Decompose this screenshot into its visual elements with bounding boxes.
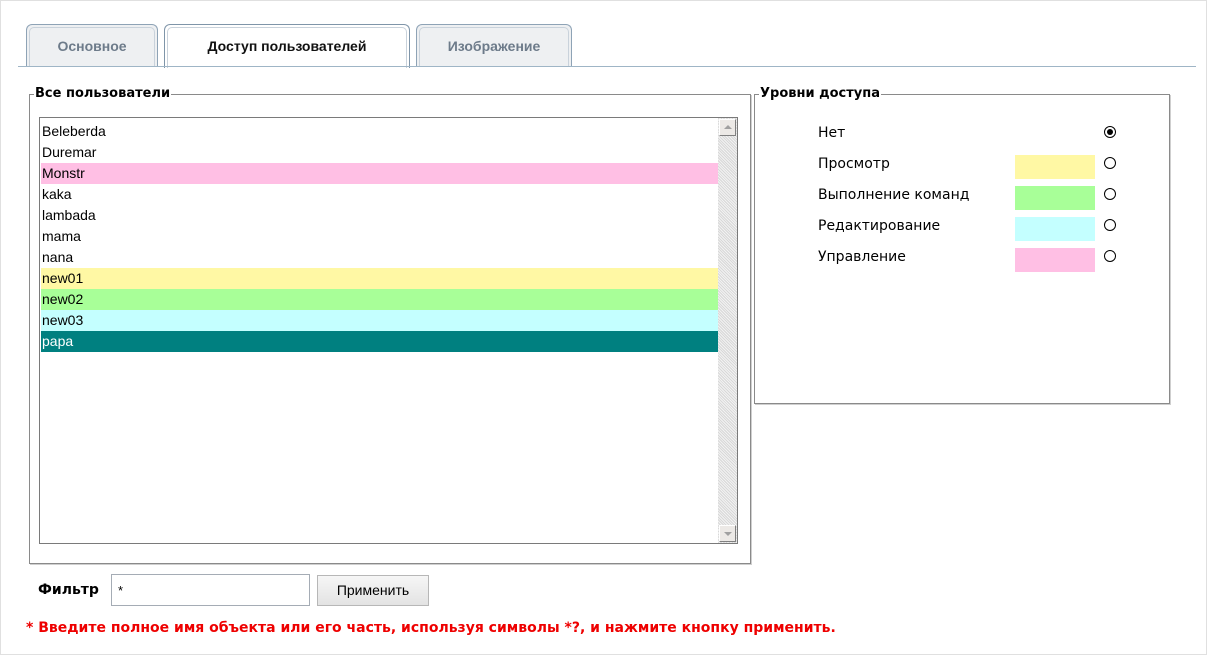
access-levels-group: Уровни доступа [754, 86, 1170, 404]
access-level-radio[interactable] [1104, 188, 1116, 200]
access-level-label: Редактирование [818, 218, 941, 234]
filter-label: Фильтр [38, 582, 99, 598]
user-list-item[interactable]: nana [41, 247, 718, 268]
tab-strip-line [18, 66, 1196, 67]
access-level-label: Управление [818, 249, 906, 265]
user-list-item[interactable]: Duremar [41, 142, 718, 163]
tab-image[interactable]: Изображение [416, 24, 572, 66]
access-level-radio[interactable] [1104, 157, 1116, 169]
access-level-radio[interactable] [1104, 250, 1116, 262]
filter-input[interactable] [111, 574, 310, 606]
users-list-scrollbar[interactable] [718, 118, 737, 543]
user-list-item[interactable]: mama [41, 226, 718, 247]
scroll-down-button[interactable] [719, 525, 736, 542]
access-level-color-swatch [1015, 155, 1095, 179]
access-level-radio[interactable] [1104, 219, 1116, 231]
tab-image-label: Изображение [447, 38, 541, 54]
user-list-item[interactable]: lambada [41, 205, 718, 226]
user-list-item[interactable]: papa [41, 331, 718, 352]
user-list-item[interactable]: Monstr [41, 163, 718, 184]
access-level-label: Нет [818, 125, 846, 141]
apply-button[interactable]: Применить [317, 575, 429, 606]
users-list-rows: Beleberda Duremar Monstr kaka lambada mama nan… [41, 121, 718, 352]
tab-user-access-label: Доступ пользователей [207, 38, 367, 54]
access-level-label: Просмотр [818, 156, 890, 172]
access-level-label: Выполнение команд [818, 187, 970, 203]
access-level-color-swatch [1015, 217, 1095, 241]
filter-hint: * Введите полное имя объекта или его час… [26, 620, 836, 636]
access-levels-legend: Уровни доступа [759, 86, 882, 102]
users-group-legend: Все пользователи [34, 86, 172, 102]
arrow-down-icon [724, 532, 732, 536]
user-list-item[interactable]: new03 [41, 310, 718, 331]
user-list-item[interactable]: Beleberda [41, 121, 718, 142]
user-list-item[interactable]: new02 [41, 289, 718, 310]
tab-main-label: Основное [57, 38, 127, 54]
users-listbox[interactable]: Beleberda Duremar Monstr kaka lambada mama nan… [39, 117, 738, 544]
scroll-up-button[interactable] [719, 119, 736, 136]
access-level-color-swatch [1015, 186, 1095, 210]
user-list-item[interactable]: kaka [41, 184, 718, 205]
tab-main[interactable]: Основное [26, 24, 158, 66]
access-level-radio[interactable] [1104, 126, 1116, 138]
arrow-up-icon [724, 125, 732, 129]
radio-checked-dot-icon [1107, 129, 1113, 135]
tab-user-access[interactable]: Доступ пользователей [164, 24, 410, 68]
user-list-item[interactable]: new01 [41, 268, 718, 289]
access-level-color-swatch [1015, 248, 1095, 272]
